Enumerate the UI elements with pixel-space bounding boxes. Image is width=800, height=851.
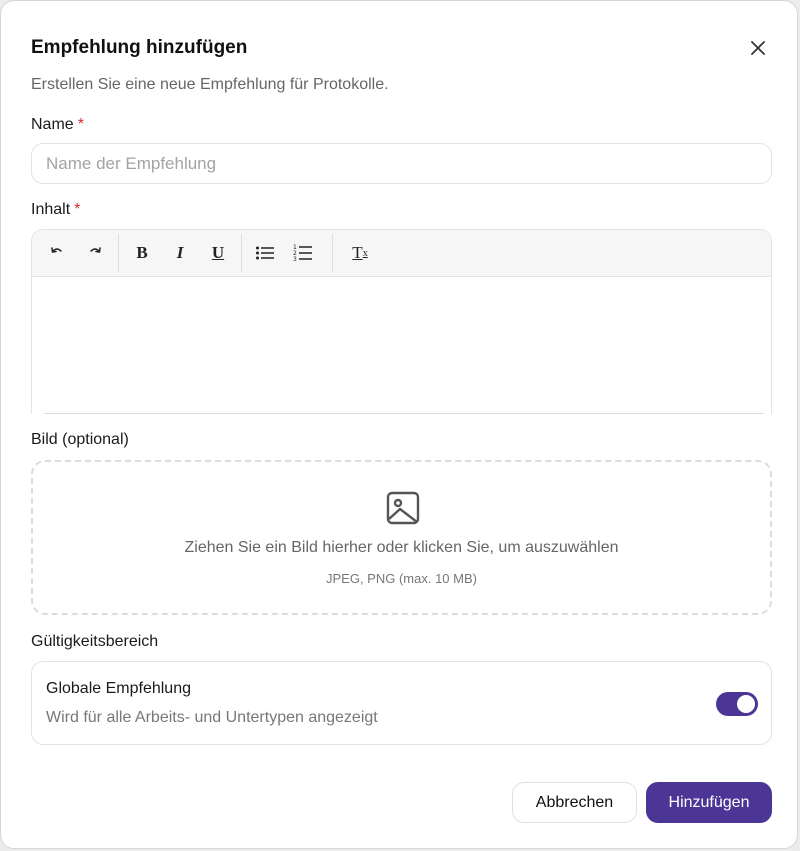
- toolbar-separator: [332, 234, 333, 272]
- image-label: Bild (optional): [31, 431, 129, 448]
- undo-button[interactable]: [38, 236, 76, 270]
- global-recommendation-toggle[interactable]: [716, 692, 758, 716]
- numbered-list-button[interactable]: 1 2 3: [284, 236, 322, 270]
- redo-button[interactable]: [76, 236, 114, 270]
- bold-button[interactable]: B: [123, 236, 161, 270]
- toolbar-separator: [241, 234, 242, 272]
- global-recommendation-description: Wird für alle Arbeits- und Untertypen an…: [46, 709, 378, 726]
- submit-button[interactable]: Hinzufügen: [646, 782, 772, 823]
- dialog-title: Empfehlung hinzufügen: [31, 37, 248, 58]
- redo-icon: [90, 247, 101, 253]
- numbered-list-icon: 1 2 3: [293, 244, 312, 262]
- name-required-marker: *: [77, 116, 84, 133]
- name-label: Name *: [31, 116, 84, 134]
- name-input[interactable]: [31, 143, 772, 184]
- scope-label: Gültigkeitsbereich: [31, 633, 159, 650]
- dropzone-text: Ziehen Sie ein Bild hierher oder klicken…: [184, 539, 619, 556]
- italic-button[interactable]: I: [161, 236, 199, 270]
- toolbar-separator: [118, 234, 119, 272]
- image-dropzone[interactable]: Ziehen Sie ein Bild hierher oder klicken…: [31, 460, 772, 615]
- clear-format-label: T: [352, 243, 363, 262]
- rich-text-editor: B I U 1 2 3 T x: [31, 229, 772, 414]
- dropzone-hint: JPEG, PNG (max. 10 MB): [326, 571, 477, 586]
- toggle-knob: [737, 695, 755, 713]
- close-button[interactable]: [746, 36, 770, 60]
- svg-text:3: 3: [293, 256, 297, 262]
- bullet-list-icon: [256, 246, 274, 260]
- dialog-subtitle: Erstellen Sie eine neue Empfehlung für P…: [31, 76, 389, 93]
- undo-icon: [51, 247, 62, 253]
- content-required-marker: *: [74, 201, 81, 218]
- add-recommendation-dialog: Empfehlung hinzufügen Erstellen Sie eine…: [0, 0, 798, 849]
- scope-card: Globale Empfehlung Wird für alle Arbeits…: [31, 661, 772, 745]
- content-label-text: Inhalt: [31, 201, 71, 218]
- cancel-button[interactable]: Abbrechen: [512, 782, 637, 823]
- clear-format-button[interactable]: Tx: [341, 236, 379, 270]
- underline-button[interactable]: U: [199, 236, 237, 270]
- clear-format-sub: x: [362, 247, 368, 259]
- global-recommendation-title: Globale Empfehlung: [46, 680, 191, 697]
- editor-bottom-border: [44, 413, 764, 414]
- image-icon: [386, 491, 420, 525]
- content-label: Inhalt *: [31, 201, 80, 219]
- bullet-list-button[interactable]: [246, 236, 284, 270]
- editor-toolbar: B I U 1 2 3 T x: [32, 230, 771, 277]
- editor-content-area[interactable]: [32, 277, 771, 414]
- name-label-text: Name: [31, 116, 74, 133]
- close-icon: [751, 41, 765, 55]
